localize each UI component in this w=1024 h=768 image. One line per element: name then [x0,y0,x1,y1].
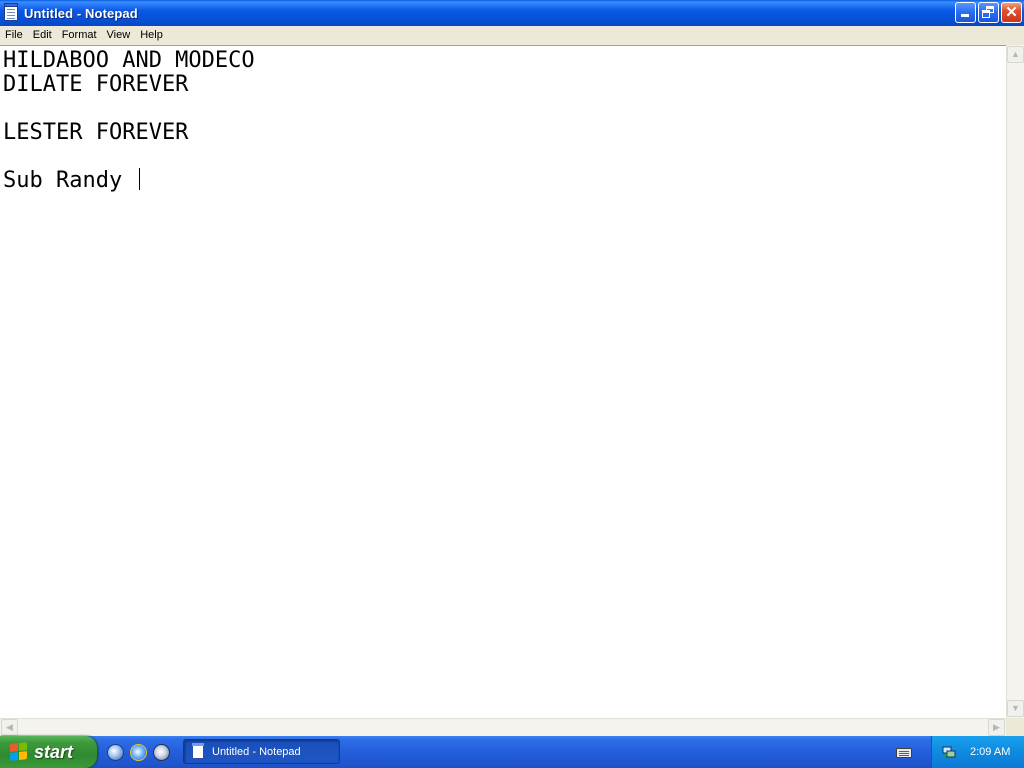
start-button[interactable]: start [0,736,97,768]
notepad-icon [192,742,204,759]
title-bar[interactable]: Untitled - Notepad ✕ [0,0,1024,26]
taskbar: start Untitled - Notepad 2:09 AM [0,736,1024,768]
text-line-current[interactable]: Sub Randy [0,168,1006,193]
current-line-text: Sub Randy [3,168,136,193]
vertical-scrollbar[interactable]: ▲ ▼ [1006,45,1024,718]
network-icon[interactable] [942,745,956,759]
taskbar-notepad-button[interactable]: Untitled - Notepad [183,739,340,764]
menu-view[interactable]: View [102,26,136,45]
window-title: Untitled - Notepad [24,5,138,21]
menu-format[interactable]: Format [57,26,102,45]
task-button-label: Untitled - Notepad [212,745,301,758]
menu-file[interactable]: File [0,26,28,45]
restore-button[interactable] [978,2,999,23]
text-line[interactable] [0,97,1006,121]
start-label: start [34,741,74,762]
text-line[interactable] [0,145,1006,169]
menu-edit[interactable]: Edit [28,26,57,45]
restore-icon [979,3,998,22]
minimize-icon [956,3,975,22]
text-caret [139,168,141,190]
window-controls: ✕ [955,2,1022,23]
close-button[interactable]: ✕ [1001,2,1022,23]
menu-bar: File Edit Format View Help [0,26,1024,46]
windows-logo-icon [10,742,28,762]
internet-explorer-icon[interactable] [130,744,147,761]
email-icon[interactable] [107,744,124,761]
scroll-down-icon[interactable]: ▼ [1007,700,1024,717]
quick-launch [107,744,170,761]
scroll-right-icon[interactable]: ▶ [988,719,1005,736]
media-player-icon[interactable] [153,744,170,761]
text-editor[interactable]: HILDABOO AND MODECO DILATE FOREVER LESTE… [0,45,1006,718]
notepad-icon[interactable] [4,3,18,21]
scrollbar-corner [1006,718,1024,736]
scroll-up-icon[interactable]: ▲ [1007,46,1024,63]
text-line[interactable]: LESTER FOREVER [0,121,1006,145]
clock[interactable]: 2:09 AM [970,746,1010,758]
scroll-left-icon[interactable]: ◀ [1,719,18,736]
text-line[interactable]: HILDABOO AND MODECO [0,49,1006,73]
minimize-button[interactable] [955,2,976,23]
keyboard-icon[interactable] [896,748,912,758]
text-line[interactable]: DILATE FOREVER [0,73,1006,97]
menu-help[interactable]: Help [135,26,168,45]
horizontal-scrollbar[interactable]: ◀ ▶ [0,718,1006,736]
system-tray: 2:09 AM [931,736,1024,768]
close-icon: ✕ [1005,4,1018,21]
